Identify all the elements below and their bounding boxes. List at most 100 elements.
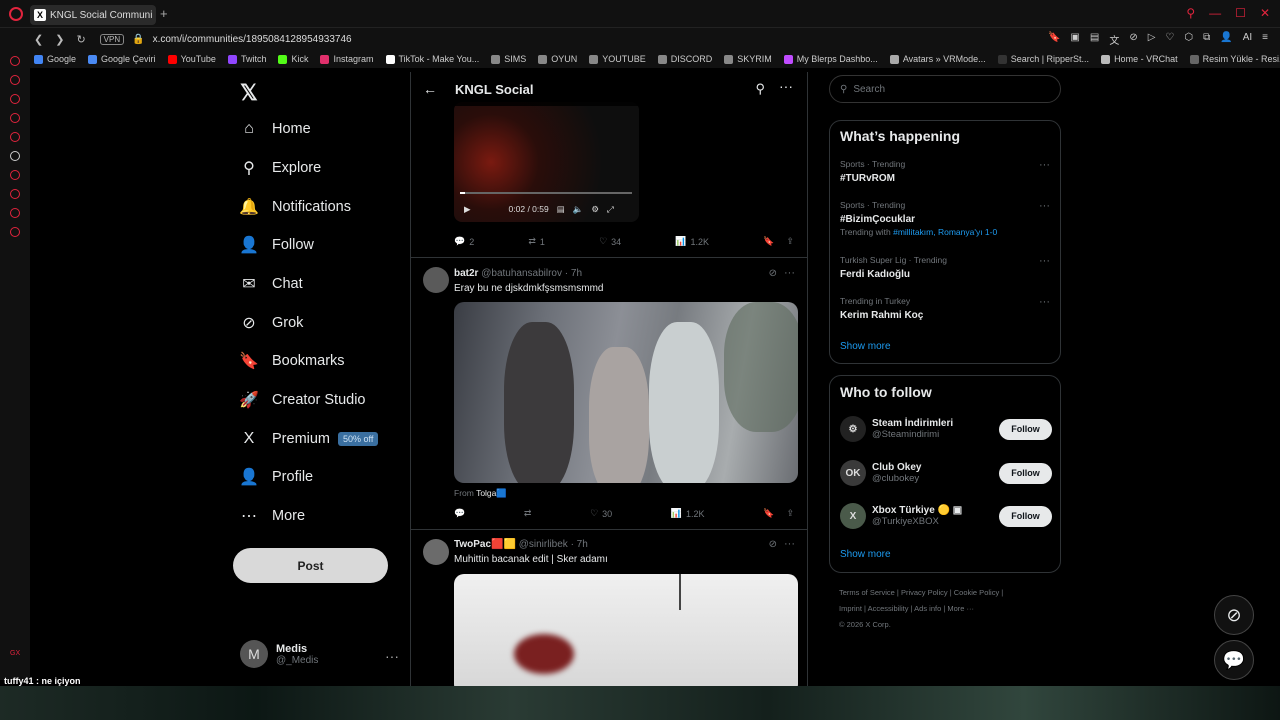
reload-icon[interactable]: ↻ — [76, 33, 85, 46]
sidebar-icon[interactable] — [10, 208, 20, 218]
new-tab-button[interactable]: + — [160, 6, 168, 21]
bookmark-button[interactable]: 🔖 ⇪ — [763, 508, 794, 519]
vpn-badge[interactable]: VPN — [99, 33, 125, 45]
play-icon[interactable]: ▶ — [464, 204, 471, 215]
bookmark-item[interactable]: DISCORD — [657, 54, 712, 64]
account-switcher[interactable]: M Medis @_Medis — [240, 640, 318, 668]
post-button[interactable]: Post — [233, 548, 388, 583]
sidebar-icon[interactable] — [10, 94, 20, 104]
nav-item-bookmarks[interactable]: 🔖 Bookmarks — [239, 352, 344, 370]
url-field[interactable]: x.com/i/communities/1895084128954933746 — [153, 34, 352, 45]
follow-button[interactable]: Follow — [999, 418, 1052, 440]
bookmark-item[interactable]: Avatars » VRMode... — [889, 54, 986, 64]
forward-icon[interactable]: ❯ — [55, 33, 64, 46]
sidebar-icon[interactable] — [10, 189, 20, 199]
sidebar-icon[interactable] — [10, 132, 20, 142]
browser-tab[interactable]: X KNGL Social Communi — [30, 5, 156, 25]
footer-line[interactable]: Imprint | Accessibility | Ads info | Mor… — [839, 601, 1059, 617]
trend-item[interactable]: Sports · Trending #TURvROM ··· — [840, 159, 1050, 184]
bookmark-item[interactable]: Resim Yükle - Resi... — [1189, 54, 1280, 64]
trend-more-icon[interactable]: ··· — [1039, 200, 1050, 212]
minimize-icon[interactable]: — — [1209, 6, 1221, 20]
tweet-more-icon[interactable]: ··· — [784, 267, 795, 279]
bookmark-item[interactable]: My Blerps Dashbo... — [783, 54, 878, 64]
repost-button[interactable]: ⇄ 1 — [528, 236, 545, 247]
repost-button[interactable]: ⇄ — [524, 508, 532, 519]
trend-more-icon[interactable]: ··· — [1039, 296, 1050, 308]
nav-item-explore[interactable]: ⚲ Explore — [240, 159, 321, 177]
search-tabs-icon[interactable]: ⚲ — [1186, 6, 1195, 20]
nav-item-home[interactable]: ⌂ Home — [240, 120, 311, 138]
sidebar-icon[interactable] — [10, 170, 20, 180]
trend-item[interactable]: Sports · Trending #BizimÇocuklar Trending … — [840, 200, 1050, 237]
nav-item-follow[interactable]: 👤 Follow — [239, 236, 314, 254]
lock-icon[interactable]: 🔒 — [132, 34, 144, 45]
reply-button[interactable]: 💬 2 — [454, 236, 474, 247]
more-icon[interactable]: ··· — [779, 78, 793, 94]
nav-item-chat[interactable]: ✉ Chat — [240, 275, 302, 293]
sidebar-icon[interactable] — [10, 75, 20, 85]
grok-icon[interactable]: ⊘ — [769, 268, 777, 279]
tweet-image[interactable] — [454, 574, 798, 687]
video-progress[interactable] — [460, 192, 632, 194]
trend-more-icon[interactable]: ··· — [1039, 255, 1050, 267]
captions-icon[interactable]: ▤ — [557, 204, 565, 215]
nav-item-grok[interactable]: ⊘ Grok — [240, 314, 303, 332]
play-icon[interactable]: ▷ — [1148, 32, 1156, 47]
follow-suggestion[interactable]: ⚙ Steam İndirimleri @Steamindirimi Follow — [840, 414, 1052, 444]
translate-icon[interactable]: 文 — [1109, 32, 1119, 47]
nav-item-creator-studio[interactable]: 🚀 Creator Studio — [239, 391, 365, 409]
trend-more-icon[interactable]: ··· — [1039, 159, 1050, 171]
bookmark-item[interactable]: Kick — [278, 54, 308, 64]
show-more-link[interactable]: Show more — [840, 549, 891, 560]
avatar[interactable] — [423, 267, 449, 293]
like-button[interactable]: ♡ 30 — [590, 508, 612, 519]
bookmark-item[interactable]: SKYRIM — [724, 54, 772, 64]
grok-icon[interactable]: ⊘ — [769, 539, 777, 550]
avatar[interactable]: X — [840, 503, 866, 529]
footer-line[interactable]: Terms of Service | Privacy Policy | Cook… — [839, 585, 1059, 601]
ai-button[interactable]: AI — [1243, 32, 1252, 47]
show-more-link[interactable]: Show more — [840, 341, 891, 352]
nav-item-premium[interactable]: X Premium 50% off — [240, 430, 379, 448]
from-author[interactable]: Tolga🟦 — [476, 488, 507, 498]
chat-fab-icon[interactable]: 💬 — [1214, 640, 1254, 680]
bookmark-item[interactable]: Search | RipperSt... — [997, 54, 1089, 64]
opera-logo-icon[interactable] — [9, 7, 23, 21]
avatar[interactable] — [423, 539, 449, 565]
views-button[interactable]: 📊 1.2K — [675, 236, 709, 247]
bookmark-item[interactable]: Twitch — [227, 54, 266, 64]
video-player[interactable]: ▶ 0:02 / 0:59 ▤ 🔈 ⚙ ⤢ — [454, 102, 639, 222]
settings-icon[interactable]: ⚙ — [591, 204, 599, 215]
like-button[interactable]: ♡ 34 — [599, 236, 621, 247]
bookmark-item[interactable]: YOUTUBE — [589, 54, 646, 64]
sidebar-icon[interactable] — [10, 56, 20, 66]
bookmark-item[interactable]: SIMS — [491, 54, 526, 64]
grok-fab-icon[interactable]: ⊘ — [1214, 595, 1254, 635]
bookmark-item[interactable]: Home - VRChat — [1101, 54, 1178, 64]
tweet-author[interactable]: bat2r @batuhansabilrov · 7h — [454, 268, 582, 279]
volume-icon[interactable]: 🔈 — [573, 204, 584, 215]
nav-item-notifications[interactable]: 🔔 Notifications — [239, 198, 351, 216]
tweet-image[interactable] — [454, 302, 798, 483]
bookmark-item[interactable]: Google — [34, 54, 76, 64]
menu-icon[interactable]: ≡ — [1262, 32, 1268, 47]
tweet-author[interactable]: TwoPac🟥🟨 @sinirlibek · 7h — [454, 539, 588, 550]
trend-item[interactable]: Trending in Turkey Kerim Rahmi Koç ··· — [840, 296, 1050, 321]
nav-item-profile[interactable]: 👤 Profile — [239, 468, 313, 486]
community-feed[interactable]: ← KNGL Social ⚲ ··· ▶ 0:02 / 0:59 ▤ 🔈 ⚙ … — [410, 72, 808, 687]
views-button[interactable]: 📊 1.2K — [671, 508, 705, 519]
bookmark-item[interactable]: OYUN — [538, 54, 577, 64]
bookmark-icon[interactable]: 🔖 — [1048, 32, 1060, 47]
sidebar-icon[interactable] — [10, 227, 20, 237]
trend-item[interactable]: Turkish Super Lig · Trending Ferdi Kadıoğ… — [840, 255, 1050, 280]
bookmark-item[interactable]: TikTok - Make You... — [385, 54, 479, 64]
x-logo-icon[interactable]: 𝕏 — [240, 80, 258, 106]
tabs-icon[interactable]: ⧉ — [1203, 32, 1210, 47]
back-arrow-icon[interactable]: ← — [423, 81, 437, 97]
sidebar-icon[interactable] — [10, 151, 20, 161]
reply-button[interactable]: 💬 — [454, 508, 465, 519]
tweet-more-icon[interactable]: ··· — [784, 538, 795, 550]
search-input[interactable]: ⚲ Search — [829, 75, 1061, 103]
search-icon[interactable]: ⚲ — [755, 81, 765, 97]
